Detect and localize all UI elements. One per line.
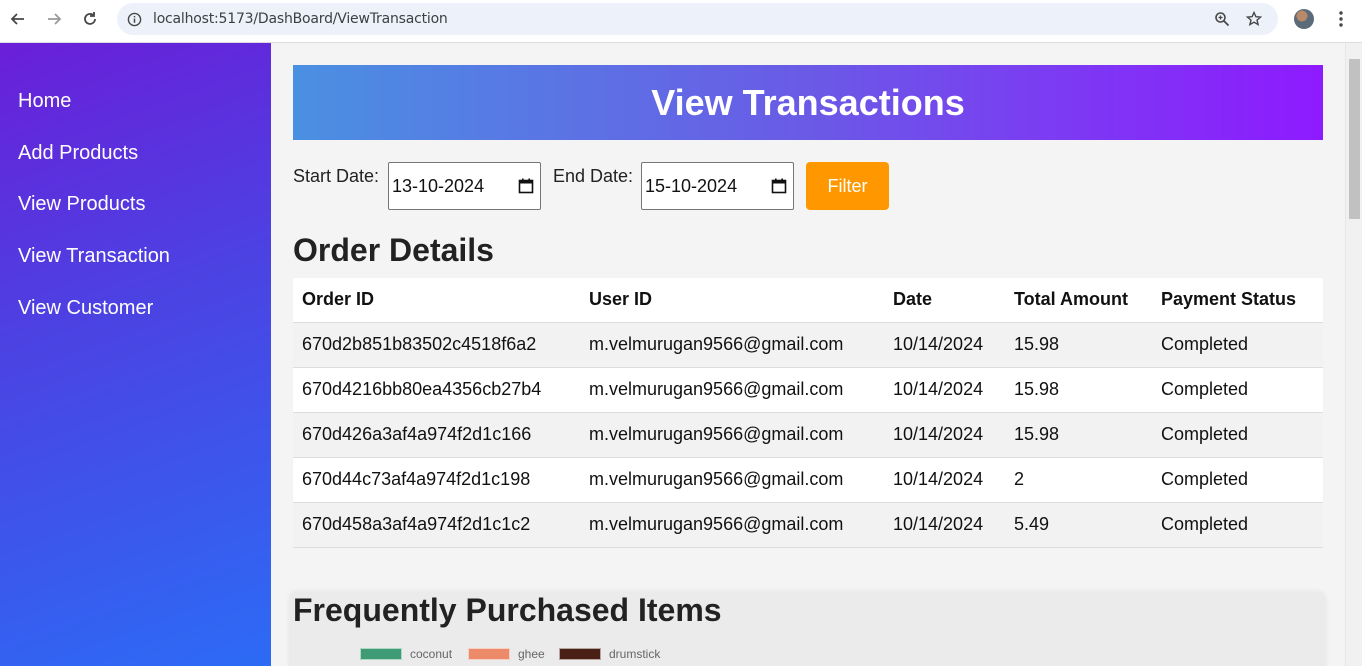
table-row: 670d2b851b83502c4518f6a2 m.velmurugan956… [293, 322, 1323, 368]
sidebar-item-home[interactable]: Home [18, 90, 71, 113]
legend-item-ghee[interactable]: ghee [468, 647, 545, 661]
calendar-icon[interactable] [518, 178, 534, 194]
sidebar-item-view-transaction[interactable]: View Transaction [18, 245, 170, 268]
more-menu-icon[interactable] [1331, 9, 1351, 29]
user-id-cell: m.velmurugan9566@gmail.com [580, 322, 884, 368]
column-header-user-id: User ID [580, 278, 884, 323]
table-row: 670d458a3af4a974f2d1c1c2 m.velmurugan956… [293, 502, 1323, 548]
bookmark-star-icon[interactable] [1245, 10, 1263, 28]
reload-icon[interactable] [80, 9, 100, 29]
start-date-label: Start Date: [293, 166, 380, 186]
legend-label: drumstick [609, 647, 661, 661]
total-amount-cell: 15.98 [1005, 367, 1152, 413]
total-amount-cell: 15.98 [1005, 412, 1152, 458]
payment-status-cell: Completed [1152, 412, 1323, 458]
order-id-cell: 670d44c73af4a974f2d1c198 [293, 457, 580, 503]
user-id-cell: m.velmurugan9566@gmail.com [580, 457, 884, 503]
legend-swatch [468, 648, 510, 660]
table-row: 670d44c73af4a974f2d1c198 m.velmurugan956… [293, 457, 1323, 503]
start-date-value: 13-10-2024 [392, 175, 485, 196]
date-cell: 10/14/2024 [884, 412, 1005, 458]
forward-arrow-icon[interactable] [44, 9, 64, 29]
back-arrow-icon[interactable] [8, 9, 28, 29]
payment-status-cell: Completed [1152, 367, 1323, 413]
profile-avatar[interactable] [1294, 9, 1314, 29]
sidebar-item-view-customer[interactable]: View Customer [18, 297, 153, 320]
order-id-cell: 670d4216bb80ea4356cb27b4 [293, 367, 580, 413]
address-bar[interactable]: localhost:5173/DashBoard/ViewTransaction [117, 3, 1278, 35]
end-date-value: 15-10-2024 [645, 175, 738, 196]
scrollbar-thumb[interactable] [1349, 59, 1360, 219]
legend-item-coconut[interactable]: coconut [360, 647, 452, 661]
total-amount-cell: 5.49 [1005, 502, 1152, 548]
legend-label: coconut [410, 647, 453, 661]
date-cell: 10/14/2024 [884, 367, 1005, 413]
legend-swatch [360, 648, 402, 660]
user-id-cell: m.velmurugan9566@gmail.com [580, 502, 884, 548]
start-date-input[interactable]: 13-10-2024 [388, 162, 541, 210]
payment-status-cell: Completed [1152, 457, 1323, 503]
column-header-date: Date [884, 278, 1005, 323]
sidebar: Home Add Products View Products View Tra… [0, 43, 271, 666]
order-details-title: Order Details [293, 232, 494, 268]
table-header-row: Order ID User ID Date Total Amount Payme… [293, 278, 1323, 323]
legend-item-drumstick[interactable]: drumstick [559, 647, 660, 661]
frequently-purchased-title: Frequently Purchased Items [293, 592, 722, 628]
site-info-icon[interactable] [125, 10, 143, 28]
order-id-cell: 670d2b851b83502c4518f6a2 [293, 322, 580, 368]
legend-label: ghee [518, 647, 545, 661]
table-row: 670d4216bb80ea4356cb27b4 m.velmurugan956… [293, 367, 1323, 413]
date-cell: 10/14/2024 [884, 457, 1005, 503]
browser-toolbar: localhost:5173/DashBoard/ViewTransaction [0, 0, 1362, 43]
date-cell: 10/14/2024 [884, 322, 1005, 368]
table-row: 670d426a3af4a974f2d1c166 m.velmurugan956… [293, 412, 1323, 458]
sidebar-item-add-products[interactable]: Add Products [18, 142, 138, 165]
column-header-total-amount: Total Amount [1005, 278, 1152, 323]
user-id-cell: m.velmurugan9566@gmail.com [580, 412, 884, 458]
page-header-banner: View Transactions [293, 65, 1323, 140]
calendar-icon[interactable] [771, 178, 787, 194]
sidebar-item-view-products[interactable]: View Products [18, 193, 145, 216]
order-id-cell: 670d458a3af4a974f2d1c1c2 [293, 502, 580, 548]
page-title: View Transactions [651, 81, 965, 123]
date-cell: 10/14/2024 [884, 502, 1005, 548]
payment-status-cell: Completed [1152, 502, 1323, 548]
column-header-order-id: Order ID [293, 278, 580, 323]
total-amount-cell: 2 [1005, 457, 1152, 503]
total-amount-cell: 15.98 [1005, 322, 1152, 368]
page-scrollbar[interactable] [1345, 43, 1362, 666]
legend-swatch [559, 648, 601, 660]
end-date-label: End Date: [553, 166, 634, 186]
end-date-input[interactable]: 15-10-2024 [641, 162, 794, 210]
url-text: localhost:5173/DashBoard/ViewTransaction [153, 11, 448, 27]
user-id-cell: m.velmurugan9566@gmail.com [580, 367, 884, 413]
payment-status-cell: Completed [1152, 322, 1323, 368]
order-id-cell: 670d426a3af4a974f2d1c166 [293, 412, 580, 458]
column-header-payment-status: Payment Status [1152, 278, 1323, 323]
zoom-icon[interactable] [1213, 10, 1231, 28]
filter-button[interactable]: Filter [806, 162, 889, 210]
orders-table: Order ID User ID Date Total Amount Payme… [293, 278, 1323, 548]
